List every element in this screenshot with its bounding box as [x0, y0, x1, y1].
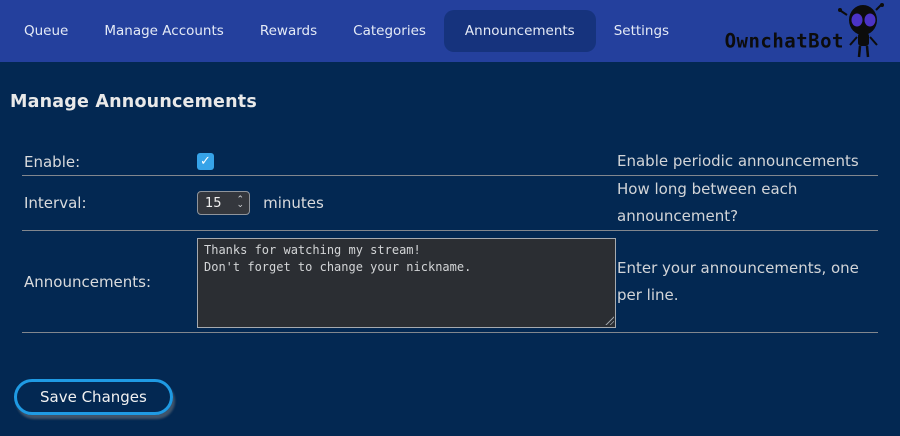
announcements-textarea[interactable]: Thanks for watching my stream! Don't for…: [197, 238, 616, 328]
announcements-control-cell: Thanks for watching my stream! Don't for…: [193, 231, 617, 332]
checkmark-icon: ✓: [200, 155, 211, 168]
nav-item-queue[interactable]: Queue: [6, 10, 86, 52]
announcements-label: Announcements:: [22, 273, 193, 291]
interval-unit-label: minutes: [263, 194, 324, 212]
interval-help-text: How long between each announcement?: [617, 176, 878, 230]
enable-label: Enable:: [22, 153, 193, 171]
save-changes-button[interactable]: Save Changes: [14, 379, 173, 415]
nav-item-rewards[interactable]: Rewards: [242, 10, 335, 52]
nav-item-announcements-active[interactable]: Announcements: [444, 10, 596, 52]
brand-logo: OwnchatBot: [725, 3, 888, 59]
form-row-announcements: Announcements: Thanks for watching my st…: [22, 231, 878, 333]
enable-control-cell: ✓: [193, 153, 617, 170]
nav-item-categories[interactable]: Categories: [335, 10, 444, 52]
form-row-enable: Enable: ✓ Enable periodic announcements: [22, 148, 878, 176]
nav-items: Queue Manage Accounts Rewards Categories…: [6, 10, 687, 52]
number-spinner[interactable]: ⌃ ⌄: [236, 198, 249, 208]
nav-item-settings[interactable]: Settings: [596, 10, 687, 52]
page-title: Manage Announcements: [10, 92, 900, 112]
nav-item-manage-accounts[interactable]: Manage Accounts: [86, 10, 241, 52]
interval-label: Interval:: [22, 194, 193, 212]
form-row-interval: Interval: 15 ⌃ ⌄ minutes How long betwee…: [22, 176, 878, 231]
navbar: Queue Manage Accounts Rewards Categories…: [0, 0, 900, 62]
interval-number-input[interactable]: 15 ⌃ ⌄: [197, 191, 250, 215]
enable-checkbox[interactable]: ✓: [197, 153, 214, 170]
announcements-help-text: Enter your announcements, one per line.: [617, 255, 878, 309]
enable-help-text: Enable periodic announcements: [617, 148, 878, 175]
announcements-form: Enable: ✓ Enable periodic announcements …: [22, 148, 878, 333]
interval-value: 15: [198, 196, 236, 211]
spinner-down-icon[interactable]: ⌄: [236, 203, 244, 208]
brand-logo-text: OwnchatBot: [725, 29, 844, 52]
interval-control-cell: 15 ⌃ ⌄ minutes: [193, 191, 617, 215]
